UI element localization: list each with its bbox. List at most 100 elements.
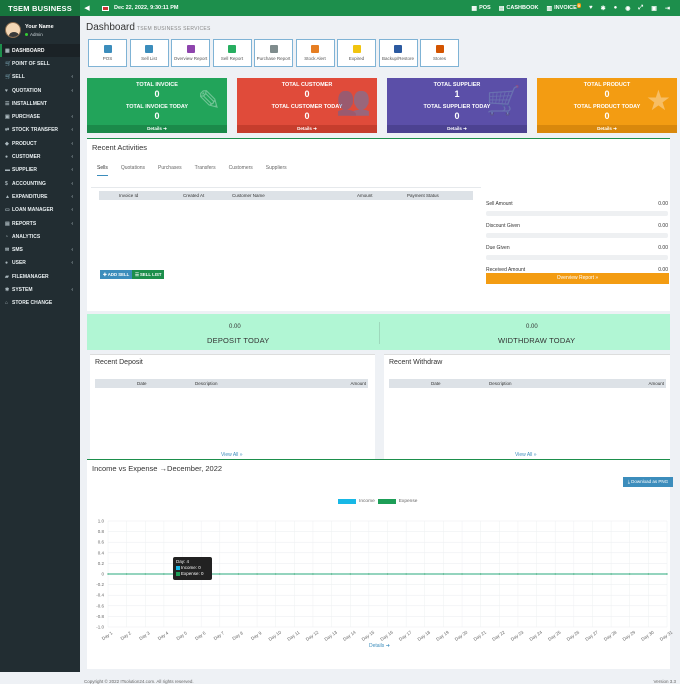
column-header[interactable]: Date	[431, 381, 441, 386]
user-panel[interactable]: Your Name Admin	[0, 16, 80, 44]
stat-details-link[interactable]: Details ➜	[237, 125, 377, 133]
stat-details-link[interactable]: Details ➜	[87, 125, 227, 133]
truck-icon: ▬	[5, 167, 10, 174]
quick-link-backup-restore[interactable]: Backup/Restore	[378, 39, 418, 67]
sidebar-item-installment[interactable]: ☰ INSTALLMENT	[0, 97, 80, 110]
sidebar-item-purchase[interactable]: ▣ PURCHASE ‹	[0, 110, 80, 123]
overview-report-button[interactable]: Overview Report »	[486, 273, 669, 284]
tab-transfers[interactable]: Transfers	[195, 165, 216, 176]
pos-link[interactable]: ▦ POS	[471, 5, 490, 12]
add-sell-button[interactable]: ✚ ADD SELL	[100, 270, 133, 279]
sidebar-item-system[interactable]: ✱ SYSTEM ‹	[0, 283, 80, 296]
book-icon: ▤	[498, 5, 505, 12]
lock-icon[interactable]: ▣	[651, 5, 657, 12]
app-brand[interactable]: TSEM BUSINESS	[0, 0, 80, 16]
quick-link-sell-report[interactable]: Sell Report	[212, 39, 252, 67]
invoice-link[interactable]: ▥ INVOICE 0	[546, 3, 582, 12]
column-header[interactable]: Amount	[648, 381, 664, 386]
page-subtitle: TSEM BUSINESS SERVICES	[136, 26, 211, 32]
chevron-left-icon: ‹	[71, 140, 73, 147]
sidebar-item-filemanager[interactable]: ▰ FILEMANAGER	[0, 270, 80, 283]
deposit-view-all-link[interactable]: View All »	[221, 452, 243, 458]
column-header[interactable]: Amount	[357, 193, 373, 198]
heart-icon[interactable]: ♥	[589, 5, 593, 11]
quick-link-icon	[269, 45, 278, 53]
quick-link-stores[interactable]: Stores	[420, 39, 459, 67]
withdraw-view-all-link[interactable]: View All »	[515, 452, 537, 458]
invoice-badge: 0	[576, 3, 582, 8]
column-header[interactable]: Date	[137, 381, 147, 386]
sidebar-item-stock-transfer[interactable]: ⇄ STOCK TRANSFER ‹	[0, 124, 80, 137]
sidebar-item-expanditure[interactable]: ▲ EXPANDITURE ‹	[0, 190, 80, 203]
quick-link-icon	[103, 45, 112, 53]
sidebar-item-label: EXPANDITURE	[12, 193, 48, 200]
quick-link-expired[interactable]: Expired	[337, 39, 376, 67]
column-header[interactable]: Description	[489, 381, 512, 386]
column-header[interactable]: Invoice Id	[119, 193, 138, 198]
arrow-circle-icon: ➜	[463, 126, 467, 131]
sidebar-item-dashboard[interactable]: ▦ DASHBOARD	[0, 44, 80, 58]
quick-link-overview-report[interactable]: Overview Report	[171, 39, 210, 67]
chevron-left-icon: ‹	[71, 247, 73, 254]
arrow-circle-icon: ➜	[385, 643, 390, 649]
main-content: Dashboard TSEM BUSINESS SERVICES POS Sell …	[80, 16, 680, 684]
clock-icon[interactable]: ◉	[625, 5, 630, 12]
column-header[interactable]: Payment Status	[407, 193, 439, 198]
store-icon: ⌂	[5, 300, 9, 307]
details-label: Details	[147, 126, 162, 131]
sidebar-item-store-change[interactable]: ⌂ STORE CHANGE	[0, 297, 80, 310]
tab-purchases[interactable]: Purchases	[158, 165, 182, 176]
quick-link-purchase-report[interactable]: Purchase Report	[254, 39, 293, 67]
sidebar-item-analytics[interactable]: ◔ ANALYTICS	[0, 230, 80, 243]
sidebar-item-reports[interactable]: ▤ REPORTS ‹	[0, 217, 80, 230]
sidebar-item-sell[interactable]: 🛒 SELL ‹	[0, 71, 80, 84]
download-label: Download as PNG	[631, 479, 669, 484]
quick-link-label: Purchase Report	[256, 56, 291, 61]
column-header[interactable]: Amount	[350, 381, 366, 386]
flag-icon[interactable]	[102, 5, 109, 11]
cashbook-link[interactable]: ▤ CASHBOOK	[499, 5, 539, 12]
sidebar-toggle-icon[interactable]: ◀	[80, 4, 94, 12]
tab-quotations[interactable]: Quotations	[121, 165, 145, 176]
legend-expense-label: Expense	[398, 499, 418, 504]
column-header[interactable]: Customer Name	[232, 193, 265, 198]
user-role: Admin	[30, 31, 43, 37]
sidebar-item-sms[interactable]: ✉ SMS ‹	[0, 243, 80, 256]
tooltip-expense-swatch	[176, 571, 180, 576]
tab-suppliers[interactable]: Suppliers	[266, 165, 287, 176]
sidebar-item-quotation[interactable]: ♥ QUOTATION ‹	[0, 84, 80, 97]
column-header[interactable]: Description	[195, 381, 218, 386]
sidebar-item-user[interactable]: ● USER ‹	[0, 257, 80, 270]
sidebar-item-customer[interactable]: ● CUSTOMER ‹	[0, 150, 80, 163]
sidebar-item-accounting[interactable]: $ ACCOUNTING ‹	[0, 177, 80, 190]
list-icon: ☰	[5, 100, 10, 107]
download-png-button[interactable]: ⤓ Download as PNG	[623, 477, 673, 487]
sidebar-item-product[interactable]: ◆ PRODUCT ‹	[0, 137, 80, 150]
invoice-icon: ▥	[546, 5, 553, 12]
fullscreen-icon[interactable]: ⤢	[638, 5, 643, 12]
sell-list-button[interactable]: ☰ SELL LIST	[132, 270, 165, 279]
tab-customers[interactable]: Customers	[229, 165, 253, 176]
sidebar-item-label: SMS	[12, 247, 23, 254]
quick-link-icon	[186, 45, 195, 53]
quick-link-stock-alert[interactable]: Stock Alert	[295, 39, 335, 67]
stat-details-link[interactable]: Details ➜	[387, 125, 527, 133]
quick-link-pos[interactable]: POS	[88, 39, 127, 67]
recent-deposit-title: Recent Deposit	[95, 359, 143, 366]
sidebar-item-loan-manager[interactable]: ▭ LOAN MANAGER ‹	[0, 204, 80, 217]
stat-details-link[interactable]: Details ➜	[537, 125, 677, 133]
chart-details-link[interactable]: Details ➜	[369, 643, 390, 649]
withdraw-today-label: WIDTHDRAW TODAY	[498, 336, 576, 345]
quick-link-sell-list[interactable]: Sell List	[129, 39, 169, 67]
sidebar-item-supplier[interactable]: ▬ SUPPLIER ‹	[0, 164, 80, 177]
column-header[interactable]: Created At	[183, 193, 204, 198]
sidebar-item-point-of-sell[interactable]: 🛒 POINT OF SELL	[0, 57, 80, 70]
globe-icon[interactable]: ●	[614, 5, 618, 11]
sidebar-menu: ▦ DASHBOARD 🛒 POINT OF SELL 🛒 SELL ‹ ♥ QUOTATION…	[0, 44, 80, 310]
sidebar: Your Name Admin ▦ DASHBOARD 🛒 POINT OF SELL…	[0, 16, 80, 672]
sidebar-item-label: ANALYTICS	[12, 233, 41, 240]
sidebar-item-label: QUOTATION	[12, 87, 42, 94]
tab-sells[interactable]: Sells	[97, 165, 108, 176]
logout-icon[interactable]: ⇥	[665, 5, 670, 12]
gear-icon[interactable]: ✱	[601, 5, 606, 12]
